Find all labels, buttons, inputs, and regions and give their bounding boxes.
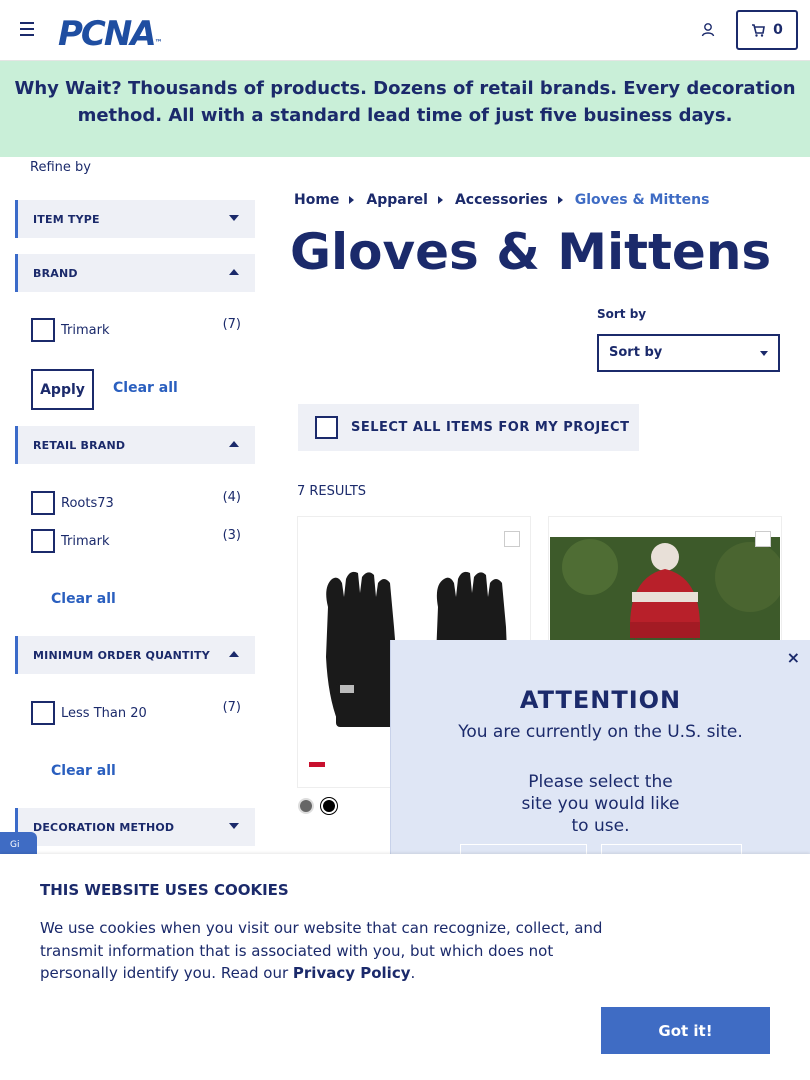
- select-all-label: SELECT ALL ITEMS FOR MY PROJECT: [351, 420, 630, 435]
- site-header: PCNA™ 0: [0, 0, 810, 61]
- modal-message: You are currently on the U.S. site.: [458, 722, 743, 742]
- caret-right-icon: [349, 196, 355, 204]
- option-count: (3): [222, 528, 241, 543]
- caret-right-icon: [437, 196, 443, 204]
- got-it-button[interactable]: Got it!: [601, 1007, 770, 1054]
- privacy-policy-link[interactable]: Privacy Policy: [293, 964, 411, 982]
- account-icon[interactable]: [700, 22, 716, 38]
- chevron-down-icon: [760, 351, 768, 356]
- chevron-up-icon: [229, 651, 239, 657]
- clear-all-moq-link[interactable]: Clear all: [51, 763, 116, 779]
- sort-select[interactable]: Sort by: [597, 334, 780, 372]
- chevron-up-icon: [229, 269, 239, 275]
- checkbox[interactable]: [31, 318, 55, 342]
- facet-label: RETAIL BRAND: [33, 438, 126, 452]
- clear-all-brand-link[interactable]: Clear all: [113, 380, 178, 396]
- facet-label: DECORATION METHOD: [33, 820, 175, 834]
- color-swatch-black[interactable]: [323, 800, 335, 812]
- chevron-down-icon: [229, 215, 239, 221]
- menu-icon[interactable]: [20, 22, 36, 38]
- option-label: Roots73: [61, 495, 114, 511]
- facet-label: ITEM TYPE: [33, 212, 100, 226]
- option-count: (7): [222, 317, 241, 332]
- option-label: Trimark: [61, 322, 110, 338]
- promo-banner: Why Wait? Thousands of products. Dozens …: [0, 61, 810, 157]
- sort-selected-value: Sort by: [609, 345, 663, 360]
- side-tab[interactable]: Gi: [0, 832, 37, 856]
- facet-label: BRAND: [33, 266, 78, 280]
- brand-option-trimark[interactable]: Trimark (7): [31, 317, 243, 343]
- cart-icon: [752, 23, 766, 37]
- page-title: Gloves & Mittens: [290, 223, 772, 281]
- checkbox[interactable]: [315, 416, 338, 439]
- facet-decoration-method[interactable]: DECORATION METHOD: [15, 808, 255, 846]
- cart-button[interactable]: 0: [736, 10, 798, 50]
- breadcrumb: Home Apparel Accessories Gloves & Mitten…: [294, 192, 709, 208]
- close-icon[interactable]: ×: [787, 648, 800, 667]
- refine-label: Refine by: [30, 160, 91, 175]
- facet-brand[interactable]: BRAND: [15, 254, 255, 292]
- moq-option-less-than-20[interactable]: Less Than 20 (7): [31, 700, 243, 726]
- option-count: (7): [222, 700, 241, 715]
- facet-retail-brand[interactable]: RETAIL BRAND: [15, 426, 255, 464]
- sort-label: Sort by: [597, 307, 647, 321]
- option-label: Trimark: [61, 533, 110, 549]
- checkbox[interactable]: [31, 491, 55, 515]
- breadcrumb-apparel[interactable]: Apparel: [366, 192, 428, 208]
- cookie-text: We use cookies when you visit our websit…: [40, 917, 620, 985]
- select-all-items[interactable]: SELECT ALL ITEMS FOR MY PROJECT: [298, 404, 639, 451]
- chevron-up-icon: [229, 441, 239, 447]
- modal-title: ATTENTION: [519, 686, 682, 714]
- cookie-banner: THIS WEBSITE USES COOKIES We use cookies…: [0, 854, 810, 1080]
- facet-minimum-order-quantity[interactable]: MINIMUM ORDER QUANTITY: [15, 636, 255, 674]
- pcna-logo[interactable]: PCNA™: [58, 14, 163, 54]
- color-swatch-grey[interactable]: [300, 800, 312, 812]
- banner-text: Thousands of products. Dozens of retail …: [77, 78, 796, 126]
- clear-all-retail-brand-link[interactable]: Clear all: [51, 591, 116, 607]
- retail-brand-option-roots73[interactable]: Roots73 (4): [31, 490, 243, 516]
- cookie-title: THIS WEBSITE USES COOKIES: [40, 881, 289, 899]
- modal-instruction: Please select the site you would like to…: [521, 772, 680, 836]
- caret-right-icon: [557, 196, 563, 204]
- facet-item-type[interactable]: ITEM TYPE: [15, 200, 255, 238]
- checkbox[interactable]: [31, 701, 55, 725]
- checkbox[interactable]: [31, 529, 55, 553]
- option-count: (4): [222, 490, 241, 505]
- site-selection-modal: × ATTENTION You are currently on the U.S…: [390, 640, 810, 864]
- chevron-down-icon: [229, 823, 239, 829]
- breadcrumb-home[interactable]: Home: [294, 192, 339, 208]
- facet-label: MINIMUM ORDER QUANTITY: [33, 648, 210, 662]
- results-count: 7 RESULTS: [297, 484, 367, 499]
- cart-count: 0: [773, 22, 783, 38]
- banner-lead: Why Wait?: [14, 78, 122, 99]
- add-to-project-icon[interactable]: [755, 531, 771, 547]
- option-label: Less Than 20: [61, 705, 147, 721]
- apply-button[interactable]: Apply: [31, 369, 94, 410]
- retail-brand-option-trimark[interactable]: Trimark (3): [31, 528, 243, 554]
- breadcrumb-current: Gloves & Mittens: [574, 192, 710, 208]
- cookie-period: .: [410, 964, 416, 982]
- breadcrumb-accessories[interactable]: Accessories: [455, 192, 548, 208]
